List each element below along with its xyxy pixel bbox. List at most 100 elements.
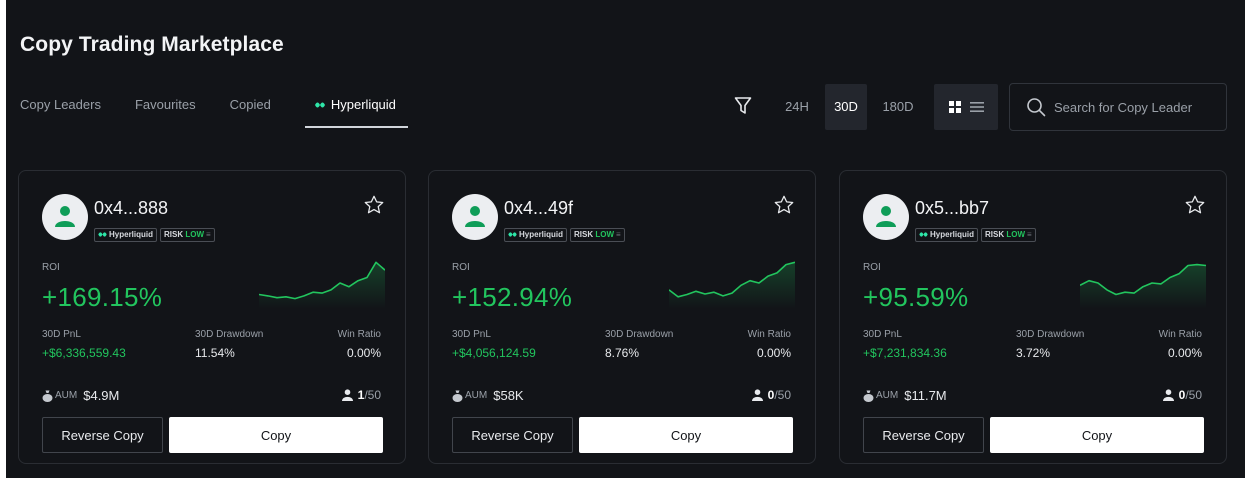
reverse-copy-button[interactable]: Reverse Copy (452, 417, 573, 453)
search-input[interactable] (1054, 84, 1222, 130)
platform-badge-label: Hyperliquid (109, 230, 154, 239)
platform-badge: Hyperliquid (915, 228, 979, 242)
leader-card[interactable]: 0x4...888 Hyperliquid RISK LOW ≡ ROI +169… (18, 170, 406, 464)
copy-button[interactable]: Copy (169, 417, 383, 453)
person-icon (751, 389, 763, 401)
hyperliquid-logo-icon (508, 232, 517, 237)
roi-label: ROI (863, 262, 881, 273)
user-icon (465, 206, 485, 227)
risk-badge: RISK LOW ≡ (570, 228, 625, 242)
copy-button[interactable]: Copy (579, 417, 793, 453)
avatar (452, 194, 498, 240)
app-window: Copy Trading Marketplace Copy Leaders Fa… (6, 0, 1245, 478)
roi-value: +169.15% (42, 282, 163, 312)
winratio-label: Win Ratio (337, 329, 381, 340)
pnl-label: 30D PnL (42, 329, 81, 340)
reverse-copy-button[interactable]: Reverse Copy (863, 417, 984, 453)
pnl-value: +$7,231,834.36 (863, 346, 947, 360)
platform-badge: Hyperliquid (94, 228, 158, 242)
risk-badge: RISK LOW ≡ (160, 228, 215, 242)
risk-badge: RISK LOW ≡ (981, 228, 1036, 242)
roi-sparkline (669, 261, 795, 309)
grid-view-icon[interactable] (947, 99, 963, 115)
money-bag-icon (863, 390, 874, 402)
reverse-copy-button[interactable]: Reverse Copy (42, 417, 163, 453)
winratio-value: 0.00% (346, 346, 381, 360)
winratio-label: Win Ratio (747, 329, 791, 340)
risk-level: LOW (595, 230, 615, 239)
search-icon (1027, 98, 1046, 117)
aum-label: AUM (876, 390, 899, 401)
platform-badge-label: Hyperliquid (519, 230, 564, 239)
drawdown-label: 30D Drawdown (605, 329, 674, 340)
tab-bar: Copy Leaders Favourites Copied Hyperliqu… (20, 92, 442, 128)
aum-label: AUM (55, 390, 78, 401)
drawdown-value: 3.72% (1016, 346, 1051, 360)
list-view-icon[interactable] (969, 99, 985, 115)
period-30d-button[interactable]: 30D (825, 84, 867, 130)
drawdown-label: 30D Drawdown (195, 329, 264, 340)
person-icon (1162, 389, 1174, 401)
drawdown-label: 30D Drawdown (1016, 329, 1085, 340)
hyperliquid-logo-icon (919, 232, 928, 237)
badges: Hyperliquid RISK LOW ≡ (94, 228, 215, 242)
roi-label: ROI (42, 262, 60, 273)
platform-badge-label: Hyperliquid (930, 230, 975, 239)
favourite-star-icon[interactable] (1184, 194, 1206, 216)
copiers-count: 0 (767, 388, 775, 402)
leader-address: 0x5...bb7 (915, 198, 990, 218)
aum: AUM $11.7M (863, 388, 947, 403)
avatar (863, 194, 909, 240)
winratio-value: 0.00% (756, 346, 791, 360)
person-icon (341, 389, 353, 401)
period-24h-button[interactable]: 24H (776, 84, 818, 130)
page-title: Copy Trading Marketplace (20, 33, 284, 56)
risk-bars-icon: ≡ (1027, 230, 1032, 239)
pnl-value: +$4,056,124.59 (452, 346, 536, 360)
leader-card[interactable]: 0x5...bb7 Hyperliquid RISK LOW ≡ ROI +95.… (839, 170, 1227, 464)
sparkline-area (669, 262, 795, 309)
winratio-label: Win Ratio (1158, 329, 1202, 340)
roi-sparkline (259, 261, 385, 309)
leader-card[interactable]: 0x4...49f Hyperliquid RISK LOW ≡ ROI +152… (428, 170, 816, 464)
period-180d-button[interactable]: 180D (875, 84, 921, 130)
favourite-star-icon[interactable] (773, 194, 795, 216)
copiers-max: /50 (774, 388, 791, 402)
pnl-label: 30D PnL (863, 329, 902, 340)
aum-value: $4.9M (83, 388, 120, 403)
sparkline-area (259, 262, 385, 309)
tab-favourites[interactable]: Favourites (135, 92, 196, 128)
tab-hyperliquid-label: Hyperliquid (330, 97, 396, 112)
copiers: 1/50 (341, 388, 381, 402)
copiers: 0/50 (1162, 388, 1202, 402)
tab-copied[interactable]: Copied (230, 92, 271, 128)
risk-bars-icon: ≡ (206, 230, 211, 239)
roi-label: ROI (452, 262, 470, 273)
aum-value: $58K (493, 388, 524, 403)
copiers-count: 0 (1178, 388, 1186, 402)
money-bag-icon (42, 390, 53, 402)
view-toggle (934, 84, 998, 130)
hyperliquid-logo-icon (98, 232, 107, 237)
copy-button[interactable]: Copy (990, 417, 1204, 453)
avatar (42, 194, 88, 240)
copiers-max: /50 (364, 388, 381, 402)
filter-icon[interactable] (734, 96, 752, 116)
winratio-value: 0.00% (1167, 346, 1202, 360)
risk-label: RISK (985, 230, 1005, 239)
leader-address: 0x4...888 (94, 198, 169, 218)
aum-label: AUM (465, 390, 488, 401)
pnl-value: +$6,336,559.43 (42, 346, 126, 360)
user-icon (55, 206, 75, 227)
aum-value: $11.7M (904, 388, 947, 403)
favourite-star-icon[interactable] (363, 194, 385, 216)
roi-value: +152.94% (452, 282, 573, 312)
risk-level: LOW (1006, 230, 1026, 239)
roi-sparkline (1080, 263, 1206, 309)
copiers: 0/50 (751, 388, 791, 402)
leader-address: 0x4...49f (504, 198, 574, 218)
aum: AUM $58K (452, 388, 524, 403)
tab-copy-leaders[interactable]: Copy Leaders (20, 92, 101, 128)
copiers-count: 1 (357, 388, 365, 402)
tab-hyperliquid[interactable]: Hyperliquid (304, 92, 408, 128)
